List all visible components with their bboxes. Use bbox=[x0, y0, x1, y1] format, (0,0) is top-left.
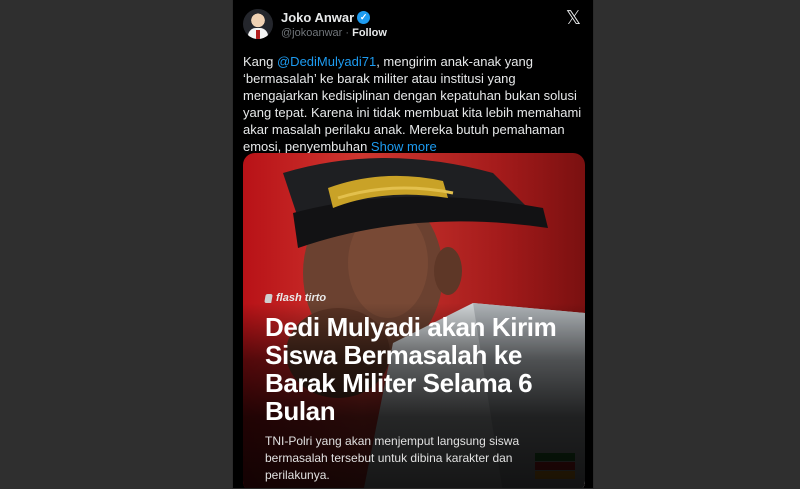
brand-logo: flash tirto bbox=[264, 292, 327, 304]
tweet-text-prefix: Kang bbox=[243, 54, 277, 69]
tweet-card: Joko Anwar ✓ @jokoanwar · Follow 𝕏 Kang … bbox=[232, 0, 594, 489]
avatar[interactable] bbox=[243, 9, 273, 39]
card-subtext: TNI-Polri yang akan menjemput langsung s… bbox=[265, 434, 520, 482]
card-headline: Dedi Mulyadi akan Kirim Siswa Bermasalah… bbox=[265, 312, 557, 426]
avatar-tie bbox=[256, 30, 260, 39]
follow-button[interactable]: Follow bbox=[352, 27, 387, 39]
media-card[interactable]: flash tirto Dedi Mulyadi akan Kirim Sisw… bbox=[243, 153, 585, 488]
tweet-header: Joko Anwar ✓ @jokoanwar · Follow 𝕏 bbox=[233, 0, 593, 48]
separator: · bbox=[345, 27, 350, 39]
handle-row: @jokoanwar · Follow bbox=[281, 27, 387, 39]
x-logo-icon[interactable]: 𝕏 bbox=[566, 9, 581, 28]
brand-name: flash tirto bbox=[276, 292, 327, 304]
author-handle[interactable]: @jokoanwar bbox=[281, 27, 342, 39]
ear-shape bbox=[434, 247, 462, 295]
show-more-link[interactable]: Show more bbox=[371, 139, 437, 154]
author-name-row: Joko Anwar ✓ bbox=[281, 10, 371, 25]
author-name[interactable]: Joko Anwar bbox=[281, 10, 354, 25]
mention-link[interactable]: @DediMulyadi71 bbox=[277, 54, 376, 69]
verified-badge-icon: ✓ bbox=[357, 11, 371, 24]
tweet-text: Kang @DediMulyadi71, mengirim anak-anak … bbox=[243, 53, 583, 155]
brand-mark-icon bbox=[264, 293, 273, 303]
